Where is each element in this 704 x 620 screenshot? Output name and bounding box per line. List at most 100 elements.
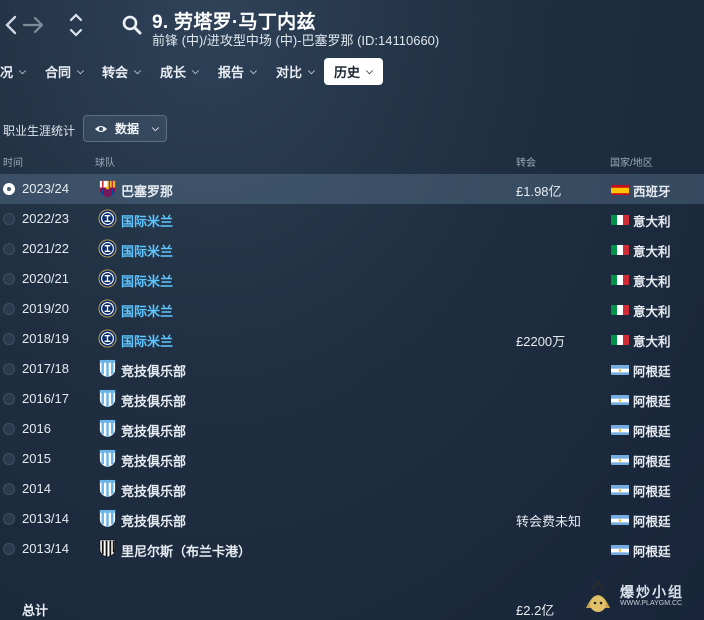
argentina-flag-icon xyxy=(611,514,629,525)
row-radio[interactable] xyxy=(3,423,15,435)
nation-name: 阿根廷 xyxy=(633,455,671,469)
row-radio[interactable] xyxy=(3,213,15,225)
up-down-chevron-icon[interactable] xyxy=(58,8,94,42)
transfer-fee: 转会费未知 xyxy=(516,514,582,529)
transfer-fee: £2200万 xyxy=(516,334,566,349)
column-header-nation[interactable]: 国家/地区 xyxy=(610,154,653,169)
club-name: 竞技俱乐部 xyxy=(121,424,187,439)
tab-transfer[interactable]: 转会 ⌵ xyxy=(94,58,149,85)
table-row[interactable]: 2021/22 国际米兰 意大利 xyxy=(0,234,704,264)
club-name[interactable]: 国际米兰 xyxy=(121,301,173,320)
spain-flag-icon xyxy=(611,184,629,195)
tab-bar: 况 ⌵ 合同 ⌵ 转会 ⌵ 成长 ⌵ 报告 ⌵ 对比 ⌵ 历史 ⌵ xyxy=(0,58,704,86)
table-row[interactable]: 2016/17 竞技俱乐部 阿根廷 xyxy=(0,384,704,414)
column-header-club[interactable]: 球队 xyxy=(95,154,115,169)
racing-crest-icon xyxy=(98,389,117,408)
racing-crest-icon xyxy=(98,479,117,498)
title-bar: 9. 劳塔罗·马丁内兹 前锋 (中)/进攻型中场 (中)-巴塞罗那 (ID:14… xyxy=(0,0,704,52)
argentina-flag-icon xyxy=(611,454,629,465)
argentina-flag-icon xyxy=(611,394,629,405)
row-radio[interactable] xyxy=(3,483,15,495)
nation-name: 阿根廷 xyxy=(633,545,671,559)
chevron-down-icon: ⌵ xyxy=(192,66,199,76)
section-label: 职业生涯统计 xyxy=(3,124,76,138)
nation-name: 意大利 xyxy=(633,215,671,229)
club-name: 竞技俱乐部 xyxy=(121,454,187,469)
table-row[interactable]: 2015 竞技俱乐部 阿根廷 xyxy=(0,444,704,474)
column-header-fee[interactable]: 转会 xyxy=(516,154,536,169)
row-radio[interactable] xyxy=(3,543,15,555)
racing-crest-icon xyxy=(98,359,117,378)
tab-contract[interactable]: 合同 ⌵ xyxy=(37,58,92,85)
forward-arrow-icon[interactable] xyxy=(16,8,52,42)
inter-crest-icon xyxy=(98,269,117,288)
watermark-logo: 爆炒小组 WWW.PLAYGM.CC xyxy=(578,578,704,620)
table-row[interactable]: 2022/23 国际米兰 意大利 xyxy=(0,204,704,234)
table-row[interactable]: 2013/14 里尼尔斯（布兰卡港） 阿根廷 xyxy=(0,534,704,564)
season-cell: 2018/19 xyxy=(22,331,69,346)
total-label: 总计 xyxy=(22,603,49,618)
liniers-crest-icon xyxy=(98,539,117,558)
italy-flag-icon xyxy=(611,304,629,315)
club-name[interactable]: 国际米兰 xyxy=(121,271,173,290)
nation-name: 西班牙 xyxy=(633,185,671,199)
table-row[interactable]: 2014 竞技俱乐部 阿根廷 xyxy=(0,474,704,504)
table-row[interactable]: 2019/20 国际米兰 意大利 xyxy=(0,294,704,324)
player-subtitle: 前锋 (中)/进攻型中场 (中)-巴塞罗那 (ID:14110660) xyxy=(152,33,440,48)
tab-overview[interactable]: 况 ⌵ xyxy=(0,58,34,85)
season-cell: 2020/21 xyxy=(22,271,69,286)
table-row[interactable]: 2013/14 竞技俱乐部 转会费未知 阿根廷 xyxy=(0,504,704,534)
row-radio[interactable] xyxy=(3,273,15,285)
row-radio[interactable] xyxy=(3,513,15,525)
row-radio[interactable] xyxy=(3,363,15,375)
chevron-down-icon: ⌵ xyxy=(77,66,84,76)
row-radio[interactable] xyxy=(3,333,15,345)
argentina-flag-icon xyxy=(611,364,629,375)
season-cell: 2017/18 xyxy=(22,361,69,376)
club-name[interactable]: 国际米兰 xyxy=(121,241,173,260)
table-row[interactable]: 2018/19 国际米兰 £2200万 意大利 xyxy=(0,324,704,354)
table-row[interactable]: 2017/18 竞技俱乐部 阿根廷 xyxy=(0,354,704,384)
row-radio[interactable] xyxy=(3,243,15,255)
barcelona-crest-icon xyxy=(98,179,117,198)
row-radio[interactable] xyxy=(3,453,15,465)
racing-crest-icon xyxy=(98,419,117,438)
season-cell: 2022/23 xyxy=(22,211,69,226)
search-icon[interactable] xyxy=(114,8,150,42)
nation-name: 阿根廷 xyxy=(633,365,671,379)
club-name[interactable]: 国际米兰 xyxy=(121,211,173,230)
inter-crest-icon xyxy=(98,329,117,348)
row-radio[interactable] xyxy=(3,183,15,195)
club-name: 竞技俱乐部 xyxy=(121,394,187,409)
tab-history[interactable]: 历史 ⌵ xyxy=(324,58,383,85)
table-row[interactable]: 2023/24 巴塞罗那 £1.98亿 西班牙 xyxy=(0,174,704,204)
tab-reports[interactable]: 报告 ⌵ xyxy=(210,58,265,85)
column-header-season[interactable]: 时间 xyxy=(3,154,23,169)
club-name: 巴塞罗那 xyxy=(121,184,174,199)
row-radio[interactable] xyxy=(3,393,15,405)
season-cell: 2013/14 xyxy=(22,541,69,556)
chevron-down-icon: ⌵ xyxy=(308,66,315,76)
season-cell: 2016 xyxy=(22,421,51,436)
season-cell: 2014 xyxy=(22,481,51,496)
season-cell: 2023/24 xyxy=(22,181,69,196)
history-table: 2023/24 巴塞罗那 £1.98亿 西班牙 2022/23 国际米兰 意大利 2021/2… xyxy=(0,174,704,564)
total-fee: £2.2亿 xyxy=(516,603,555,618)
table-row[interactable]: 2020/21 国际米兰 意大利 xyxy=(0,264,704,294)
table-row[interactable]: 2016 竞技俱乐部 阿根廷 xyxy=(0,414,704,444)
nation-name: 阿根廷 xyxy=(633,515,671,529)
row-radio[interactable] xyxy=(3,303,15,315)
tab-development[interactable]: 成长 ⌵ xyxy=(152,58,207,85)
nation-name: 阿根廷 xyxy=(633,425,671,439)
club-name: 竞技俱乐部 xyxy=(121,364,187,379)
italy-flag-icon xyxy=(611,214,629,225)
nation-name: 意大利 xyxy=(633,245,671,259)
argentina-flag-icon xyxy=(611,484,629,495)
view-data-dropdown[interactable]: 数据 ⌵ xyxy=(83,115,167,142)
season-cell: 2016/17 xyxy=(22,391,69,406)
tab-compare[interactable]: 对比 ⌵ xyxy=(268,58,323,85)
nation-name: 意大利 xyxy=(633,305,671,319)
club-name[interactable]: 国际米兰 xyxy=(121,331,173,350)
club-name: 竞技俱乐部 xyxy=(121,484,187,499)
chevron-down-icon: ⌵ xyxy=(19,66,26,76)
